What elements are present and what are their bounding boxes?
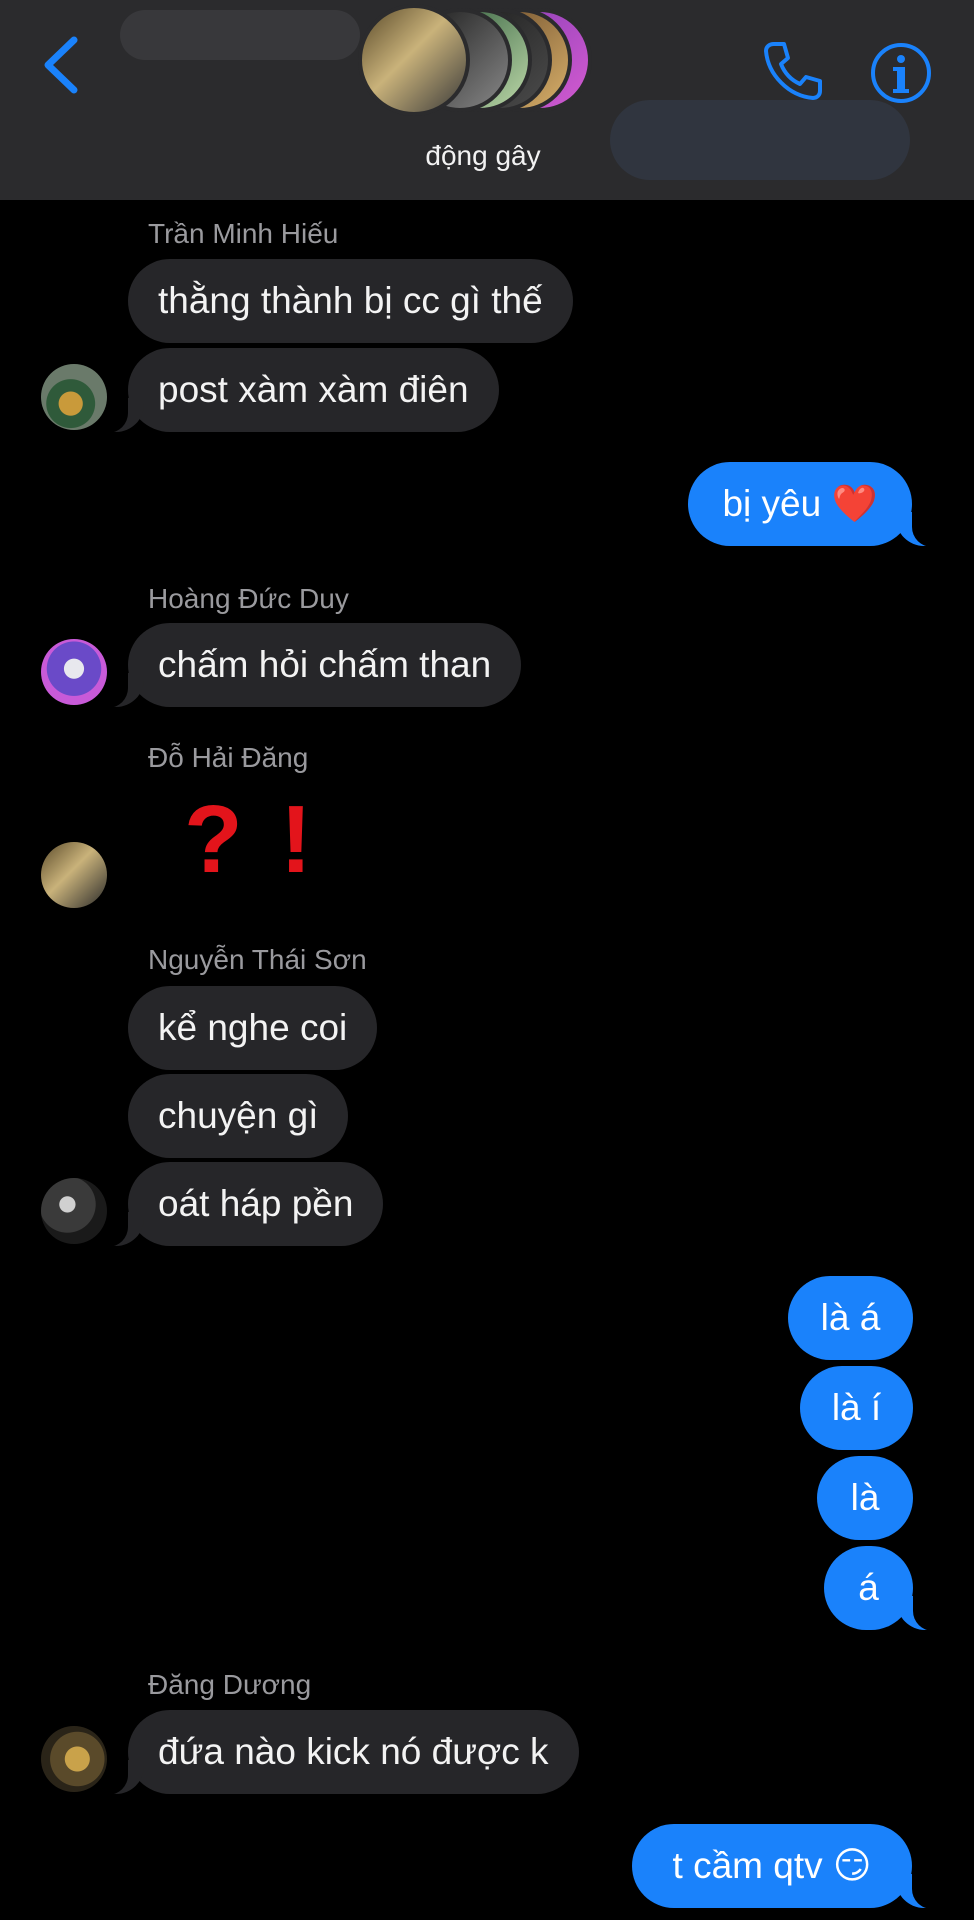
avatar (358, 4, 470, 116)
sender-name: Hoàng Đức Duy (148, 583, 349, 614)
message-bubble[interactable]: á (824, 1546, 939, 1631)
message-bubble[interactable]: chấm hỏi chấm than (101, 623, 522, 708)
avatar[interactable] (41, 364, 107, 430)
info-icon (871, 43, 931, 103)
sender-name: Đăng Dương (148, 1669, 312, 1700)
avatar[interactable] (41, 842, 107, 908)
message-bubble[interactable]: là (817, 1456, 913, 1540)
sender-name: Nguyễn Thái Sơn (148, 944, 367, 975)
message-bubble[interactable]: t cầm qtv 😏 (632, 1824, 938, 1909)
group-title[interactable]: động gây (0, 140, 966, 172)
blurred-region (120, 10, 360, 60)
info-button[interactable] (868, 40, 934, 106)
message-bubble[interactable]: bị yêu ❤️ (688, 462, 938, 547)
message-bubble[interactable]: kể nghe coi (128, 986, 378, 1070)
phone-icon (764, 42, 822, 100)
message-bubble[interactable]: oát háp pền (101, 1162, 384, 1247)
exclamation-mark-emoji[interactable]: ! (280, 792, 312, 888)
group-avatar-stack[interactable] (358, 4, 608, 118)
sender-name: Đỗ Hải Đăng (148, 742, 309, 773)
message-bubble[interactable]: là á (788, 1276, 913, 1360)
message-bubble[interactable]: post xàm xàm điên (102, 348, 499, 433)
call-button[interactable] (760, 38, 826, 104)
avatar[interactable] (41, 639, 107, 705)
avatar[interactable] (41, 1726, 107, 1792)
message-bubble[interactable]: chuyện gì (128, 1074, 349, 1158)
avatar[interactable] (41, 1178, 107, 1244)
chevron-left-icon (44, 36, 78, 94)
chat-header: động gây (0, 0, 974, 200)
question-mark-emoji[interactable]: ? (184, 792, 243, 888)
sender-name: Trần Minh Hiếu (148, 218, 339, 249)
back-button[interactable] (36, 30, 96, 100)
message-bubble[interactable]: thằng thành bị cc gì thế (128, 259, 573, 343)
message-bubble[interactable]: đứa nào kick nó được k (102, 1710, 579, 1795)
message-bubble[interactable]: là í (800, 1366, 913, 1450)
